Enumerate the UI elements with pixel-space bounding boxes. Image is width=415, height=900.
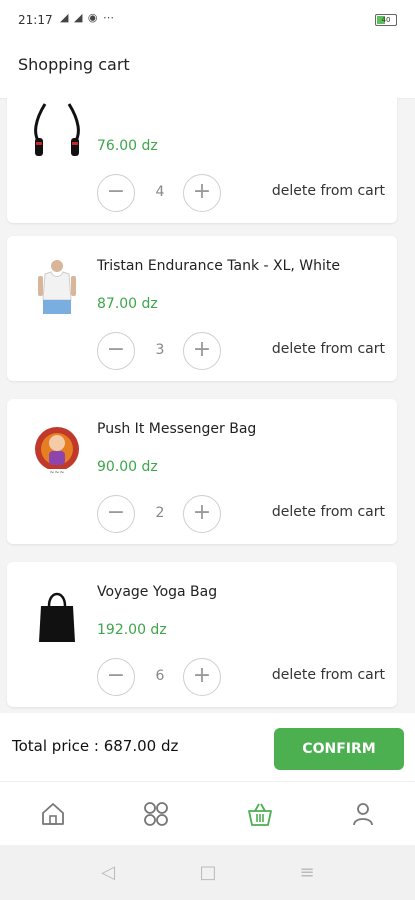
categories-icon[interactable] bbox=[142, 800, 170, 828]
cart-item: ~~~ Push It Messenger Bag 90.00 dz − 2 +… bbox=[7, 399, 397, 544]
product-price: 90.00 dz bbox=[97, 459, 158, 475]
increase-button[interactable]: + bbox=[183, 332, 221, 370]
product-name: Push It Messenger Bag bbox=[97, 421, 257, 437]
quantity-value: 6 bbox=[155, 668, 165, 684]
cart-item: Voyage Yoga Bag 192.00 dz − 6 + delete f… bbox=[7, 562, 397, 707]
page-title: Shopping cart bbox=[18, 55, 130, 74]
product-name: Tristan Endurance Tank - XL, White bbox=[97, 258, 341, 274]
quantity-stepper: − 2 + bbox=[97, 495, 227, 535]
product-price: 76.00 dz bbox=[97, 138, 158, 154]
status-icons: ◢ ◢ ◉ ⋯ bbox=[60, 11, 116, 24]
decrease-button[interactable]: − bbox=[97, 174, 135, 212]
increase-button[interactable]: + bbox=[183, 495, 221, 533]
menu-icon[interactable]: ≡ bbox=[297, 863, 317, 883]
home-button-icon[interactable]: □ bbox=[198, 863, 218, 883]
delete-from-cart-link[interactable]: delete from cart bbox=[272, 341, 385, 357]
quantity-value: 2 bbox=[155, 505, 165, 521]
status-bar: 21:17 ◢ ◢ ◉ ⋯ 40 bbox=[0, 0, 415, 40]
delete-from-cart-link[interactable]: delete from cart bbox=[272, 667, 385, 683]
decrease-button[interactable]: − bbox=[97, 495, 135, 533]
product-price: 87.00 dz bbox=[97, 296, 158, 312]
messenger-bag-icon: ~~~ bbox=[35, 427, 79, 476]
jump-rope-icon bbox=[34, 103, 80, 156]
confirm-button[interactable]: CONFIRM bbox=[274, 728, 404, 770]
quantity-value: 3 bbox=[155, 342, 165, 358]
decrease-button[interactable]: − bbox=[97, 658, 135, 696]
product-price: 192.00 dz bbox=[97, 622, 167, 638]
decrease-button[interactable]: − bbox=[97, 332, 135, 370]
delete-from-cart-link[interactable]: delete from cart bbox=[272, 504, 385, 520]
delete-from-cart-link[interactable]: delete from cart bbox=[272, 183, 385, 199]
cart-item: 76.00 dz − 4 + delete from cart bbox=[7, 98, 397, 223]
increase-button[interactable]: + bbox=[183, 658, 221, 696]
quantity-stepper: − 6 + bbox=[97, 658, 227, 698]
quantity-stepper: − 3 + bbox=[97, 332, 227, 372]
battery-icon: 40 bbox=[375, 14, 397, 26]
quantity-stepper: − 4 + bbox=[97, 174, 227, 214]
product-name: Voyage Yoga Bag bbox=[97, 584, 218, 600]
basket-icon[interactable] bbox=[246, 800, 274, 828]
total-price: Total price : 687.00 dz bbox=[12, 737, 179, 755]
profile-icon[interactable] bbox=[349, 800, 377, 828]
home-icon[interactable] bbox=[39, 800, 67, 828]
increase-button[interactable]: + bbox=[183, 174, 221, 212]
cart-list[interactable]: 76.00 dz − 4 + delete from cart Tristan … bbox=[0, 98, 415, 713]
bottom-navigation bbox=[0, 781, 415, 846]
tote-bag-icon bbox=[39, 592, 75, 642]
quantity-value: 4 bbox=[155, 184, 165, 200]
checkout-bar: Total price : 687.00 dz CONFIRM bbox=[0, 713, 415, 781]
app-bar: Shopping cart bbox=[0, 40, 415, 99]
system-navigation-bar: ◁ □ ≡ bbox=[0, 845, 415, 900]
back-icon[interactable]: ◁ bbox=[98, 863, 118, 883]
svg-text:~~~: ~~~ bbox=[49, 469, 64, 476]
tank-top-icon bbox=[38, 260, 76, 314]
cart-item: Tristan Endurance Tank - XL, White 87.00… bbox=[7, 236, 397, 381]
status-time: 21:17 bbox=[18, 13, 53, 27]
